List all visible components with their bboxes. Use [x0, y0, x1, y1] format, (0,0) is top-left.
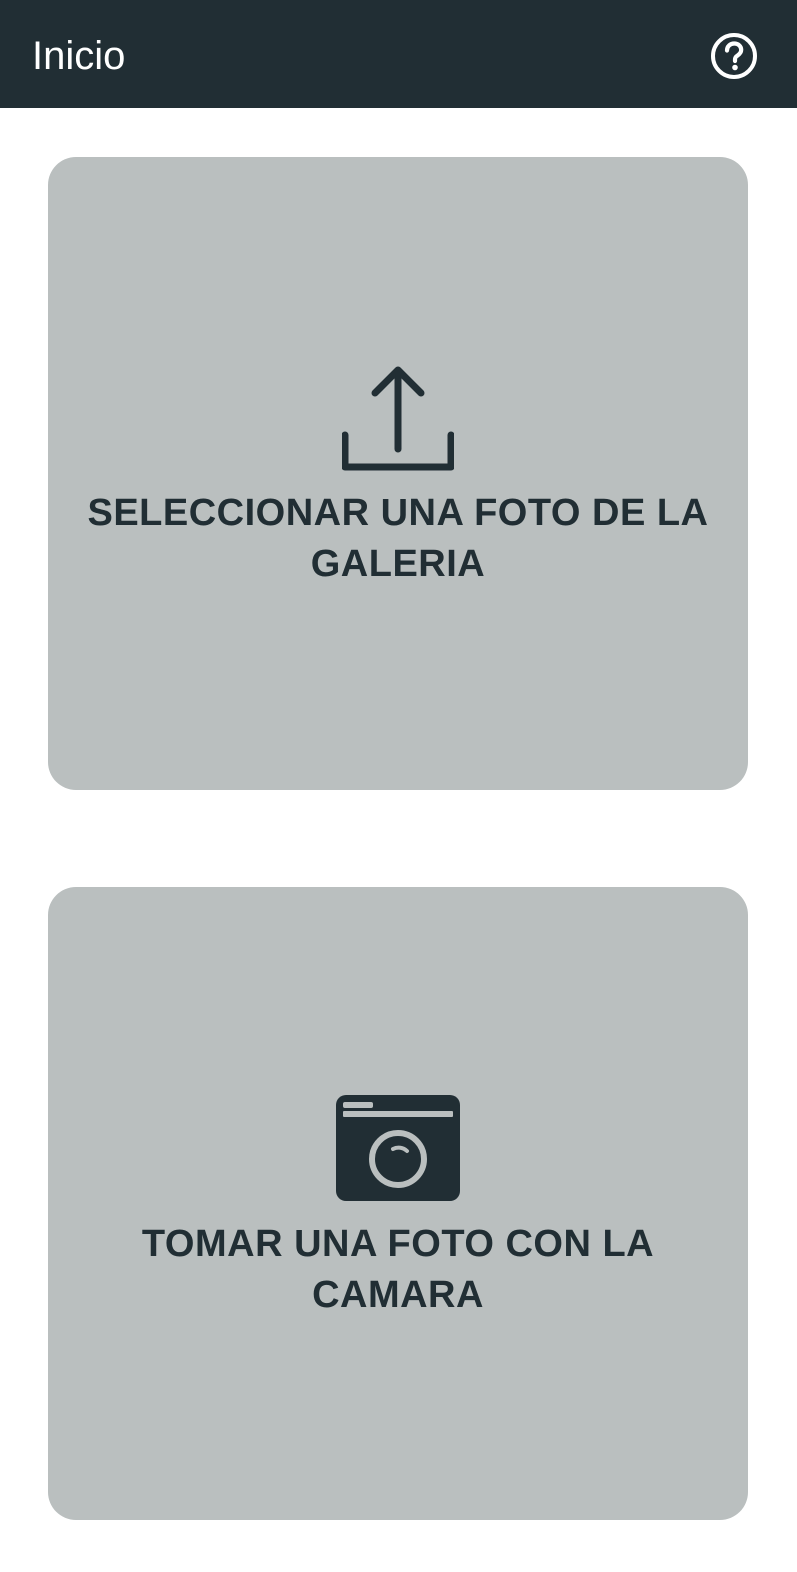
- upload-icon-container: [48, 361, 748, 473]
- page-title: Inicio: [32, 34, 126, 78]
- help-button[interactable]: [708, 30, 760, 82]
- app-toolbar: Inicio: [0, 0, 797, 108]
- take-photo-button[interactable]: TOMAR UNA FOTO CON LA CAMARA: [48, 887, 748, 1520]
- gallery-button-label: SELECCIONAR UNA FOTO DE LA GALERIA: [87, 492, 709, 585]
- upload-icon: [342, 366, 454, 471]
- help-circle-icon: [711, 33, 757, 79]
- app-screen: Inicio SELECCIONAR UNA FOTO DE LA GALERI…: [0, 0, 797, 1572]
- select-from-gallery-button[interactable]: SELECCIONAR UNA FOTO DE LA GALERIA: [48, 157, 748, 790]
- camera-icon: [336, 1095, 460, 1201]
- camera-button-label: TOMAR UNA FOTO CON LA CAMARA: [141, 1223, 655, 1316]
- camera-icon-container: [48, 1093, 748, 1203]
